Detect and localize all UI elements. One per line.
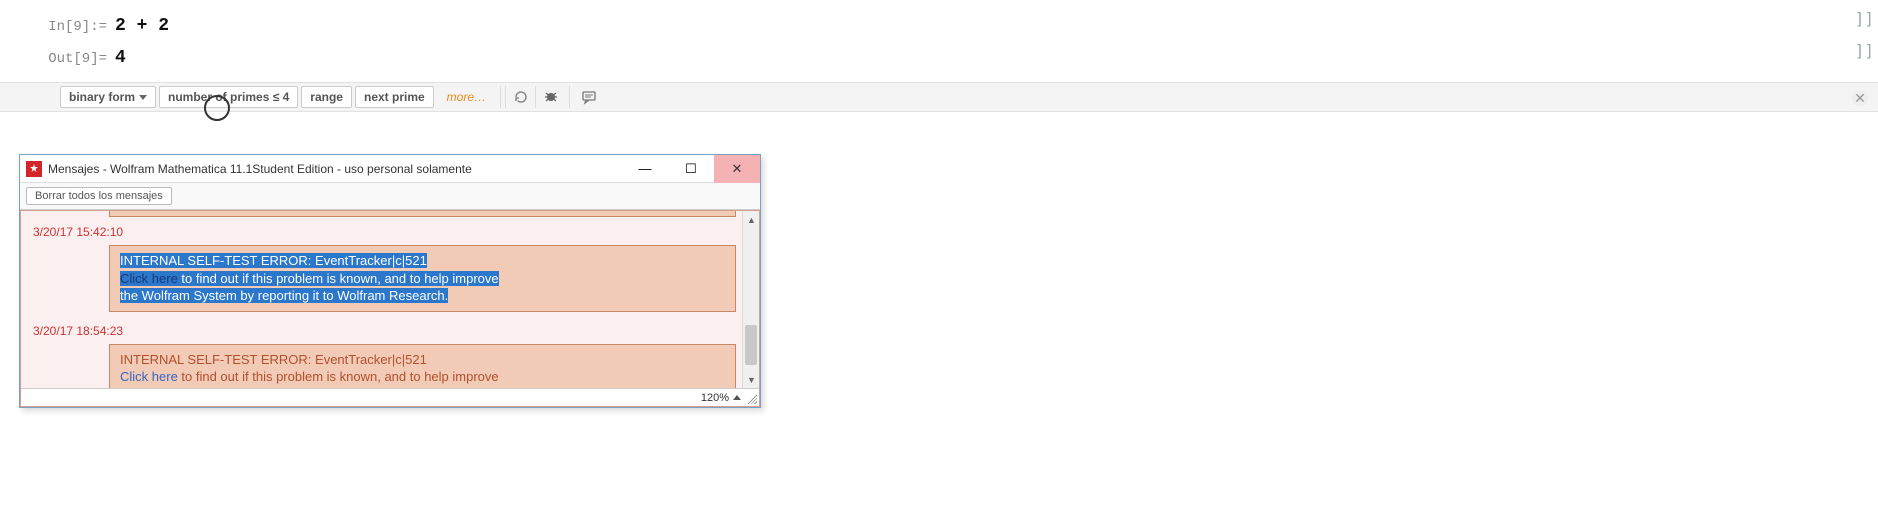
suggestion-label: binary form	[69, 90, 135, 104]
statusbar: 120%	[21, 388, 759, 406]
in-expression[interactable]: 2 + 2	[115, 16, 169, 36]
message-text: to find out if this problem is known, an…	[178, 271, 499, 286]
output-cell: Out[9]= 4 ]]	[0, 44, 1878, 82]
titlebar[interactable]: Mensajes - Wolfram Mathematica 11.1Stude…	[20, 155, 760, 183]
input-cell[interactable]: In[9]:= 2 + 2 ]]	[0, 12, 1878, 44]
suggestion-range[interactable]: range	[301, 86, 352, 108]
minimize-button[interactable]: ―	[622, 155, 668, 183]
resize-grip-icon[interactable]	[745, 392, 757, 404]
close-button[interactable]: ✕	[714, 155, 760, 183]
scrollbar[interactable]: ▲ ▼	[742, 211, 759, 388]
divider	[569, 86, 570, 108]
out-label: Out[9]=	[0, 51, 115, 67]
dialog-toolbar: Borrar todos los mensajes	[20, 183, 760, 210]
suggestion-label: range	[310, 90, 343, 104]
window-buttons: ― ☐ ✕	[622, 155, 760, 183]
message-timestamp: 3/20/17 15:42:10	[27, 221, 736, 243]
chevron-down-icon	[139, 95, 147, 100]
suggestion-binary-form[interactable]: binary form	[60, 86, 156, 108]
zoom-level[interactable]: 120%	[701, 392, 729, 404]
message-box-partial	[109, 211, 736, 217]
clear-messages-button[interactable]: Borrar todos los mensajes	[26, 187, 172, 205]
message-link[interactable]: Click here	[120, 271, 178, 286]
cell-bracket-icon[interactable]: ]]	[1855, 46, 1874, 56]
chevron-up-icon[interactable]	[733, 395, 741, 400]
message-text: to find out if this problem is known, an…	[178, 369, 499, 384]
in-label: In[9]:=	[0, 19, 115, 35]
messages-dialog: Mensajes - Wolfram Mathematica 11.1Stude…	[19, 154, 761, 408]
suggestions-bar: binary form number of primes ≤ 4 range n…	[0, 82, 1878, 112]
messages-body: 3/20/17 15:42:10 INTERNAL SELF-TEST ERRO…	[20, 210, 760, 407]
suggestion-next-prime[interactable]: next prime	[355, 86, 434, 108]
messages-content: 3/20/17 15:42:10 INTERNAL SELF-TEST ERRO…	[21, 211, 742, 388]
message-line: the Wolfram System by reporting it to Wo…	[120, 288, 448, 303]
message-box[interactable]: INTERNAL SELF-TEST ERROR: EventTracker|c…	[109, 245, 736, 312]
scroll-thumb[interactable]	[745, 325, 757, 365]
app-icon	[26, 161, 42, 177]
cell-bracket-icon[interactable]: ]]	[1855, 14, 1874, 24]
out-expression: 4	[115, 48, 126, 68]
refresh-icon[interactable]	[505, 86, 535, 108]
suggestion-number-of-primes[interactable]: number of primes ≤ 4	[159, 86, 298, 108]
message-line: INTERNAL SELF-TEST ERROR: EventTracker|c…	[120, 352, 427, 367]
scroll-down-icon[interactable]: ▼	[743, 371, 760, 388]
suggestion-label: next prime	[364, 90, 425, 104]
message-timestamp: 3/20/17 18:54:23	[27, 320, 736, 342]
maximize-button[interactable]: ☐	[668, 155, 714, 183]
divider	[500, 86, 501, 108]
scroll-up-icon[interactable]: ▲	[743, 211, 760, 228]
message-link[interactable]: Click here	[120, 369, 178, 384]
chat-icon[interactable]	[574, 86, 604, 108]
close-suggestions-icon[interactable]: ✕	[1852, 90, 1868, 106]
notebook: In[9]:= 2 + 2 ]] Out[9]= 4 ]]	[0, 0, 1878, 82]
message-line: INTERNAL SELF-TEST ERROR: EventTracker|c…	[120, 253, 427, 268]
suggestion-label: number of primes ≤ 4	[168, 90, 289, 104]
message-box[interactable]: INTERNAL SELF-TEST ERROR: EventTracker|c…	[109, 344, 736, 388]
suggestions-more[interactable]: more…	[437, 90, 496, 104]
bug-icon[interactable]	[535, 86, 565, 108]
window-title: Mensajes - Wolfram Mathematica 11.1Stude…	[48, 162, 622, 176]
